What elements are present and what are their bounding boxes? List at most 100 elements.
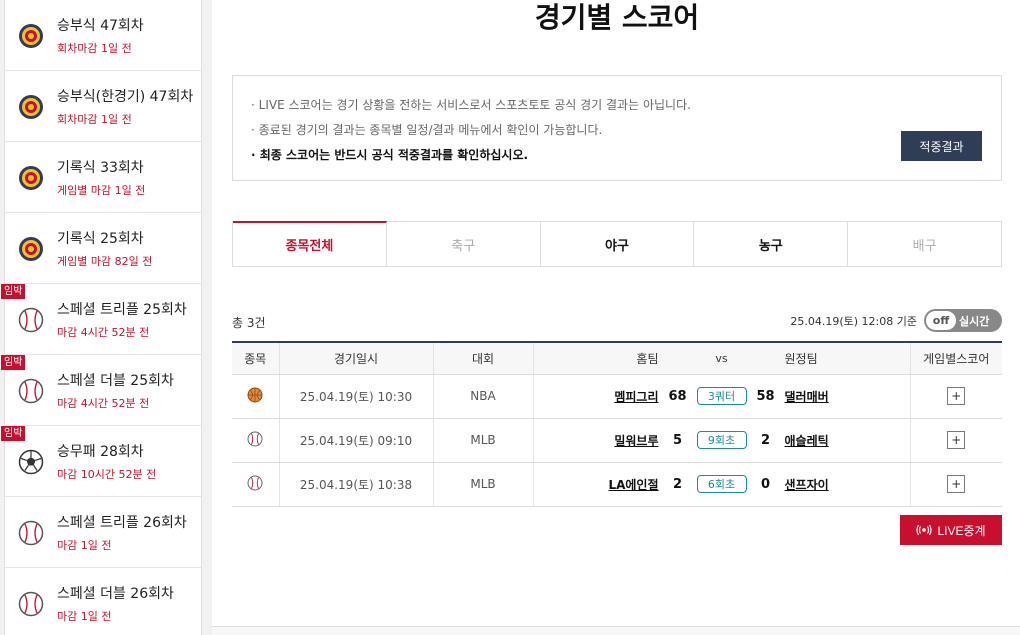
sidebar-item[interactable]: 승부식 47회차 회차마감 1일 전 xyxy=(5,0,201,71)
notice-line: · 종료된 경기의 결과는 종목별 일정/결과 메뉴에서 확인이 가능합니다. xyxy=(251,123,603,137)
sidebar-item[interactable]: 임박 스페셜 트리플 25회차 마감 4시간 52분 전 xyxy=(1,284,201,355)
live-broadcast-icon xyxy=(916,524,933,536)
baseball-icon xyxy=(247,475,263,490)
game-status-badge: 9회초 xyxy=(696,431,747,449)
match-cell: LA에인절 2 6회초 0 샌프자이 xyxy=(532,462,910,507)
away-team-link[interactable]: 애슬레틱 xyxy=(785,432,889,449)
datetime-cell: 25.04.19(토) 10:30 xyxy=(278,374,433,419)
away-team-link[interactable]: 댈러매버 xyxy=(785,388,889,405)
home-score: 2 xyxy=(672,476,683,492)
baseball-icon xyxy=(18,307,44,333)
baseball-icon xyxy=(18,378,44,404)
expand-score-button[interactable]: + xyxy=(947,431,966,449)
league-cell: MLB xyxy=(432,462,533,507)
sidebar-item-title: 기록식 33회차 xyxy=(57,160,144,176)
col-league: 대회 xyxy=(432,341,533,375)
target-icon xyxy=(19,95,43,119)
sidebar-item[interactable]: 승부식(한경기) 47회차 회차마감 1일 전 xyxy=(5,71,201,142)
live-broadcast-label: LIVE중계 xyxy=(937,523,986,538)
page-root: 승부식 47회차 회차마감 1일 전 승부식(한경기) 47회차 회차마감 1일… xyxy=(0,0,1020,635)
datetime-cell: 25.04.19(토) 09:10 xyxy=(278,418,433,463)
sidebar-item-deadline: 마감 10시간 52분 전 xyxy=(57,468,157,481)
col-vs: vs xyxy=(715,351,728,365)
sidebar-item-deadline: 마감 4시간 52분 전 xyxy=(57,326,150,339)
imminent-badge: 임박 xyxy=(1,284,26,299)
hit-result-button[interactable]: 적중결과 xyxy=(901,131,982,161)
sidebar-item-deadline: 게임별 마감 1일 전 xyxy=(57,184,146,197)
sidebar-item-title: 승부식(한경기) 47회차 xyxy=(57,89,194,105)
league-cell: NBA xyxy=(432,374,533,419)
footer-divider xyxy=(212,626,1020,635)
col-detail: 게임별스코어 xyxy=(909,341,1002,375)
col-match: 홈팀 vs 원정팀 xyxy=(532,341,910,375)
sidebar-item-deadline: 마감 4시간 52분 전 xyxy=(57,397,150,410)
home-score: 68 xyxy=(668,388,687,404)
target-icon xyxy=(19,166,43,190)
sport-cell xyxy=(232,418,279,463)
sidebar-item[interactable]: 기록식 33회차 게임별 마감 1일 전 xyxy=(5,142,201,213)
sidebar-item[interactable]: 기록식 25회차 게임별 마감 82일 전 xyxy=(5,213,201,284)
expand-score-button[interactable]: + xyxy=(947,475,966,493)
sidebar-item-title: 스페셜 더블 26회차 xyxy=(57,586,174,602)
sidebar-item-deadline: 마감 1일 전 xyxy=(57,539,112,552)
datetime-cell: 25.04.19(토) 10:38 xyxy=(278,462,433,507)
home-team-link[interactable]: LA에인절 xyxy=(555,476,658,493)
col-sport: 종목 xyxy=(232,341,279,375)
imminent-badge: 임박 xyxy=(1,355,26,370)
sidebar-item[interactable]: 임박 스페셜 더블 25회차 마감 4시간 52분 전 xyxy=(1,355,201,426)
tab-all-sports[interactable]: 종목전체 xyxy=(233,221,387,266)
sidebar-item-title: 승부식 47회차 xyxy=(57,18,144,34)
tab-volleyball[interactable]: 배구 xyxy=(848,222,1001,266)
home-score: 5 xyxy=(672,432,683,448)
page-title: 경기별 스코어 xyxy=(534,1,700,34)
sidebar: 승부식 47회차 회차마감 1일 전 승부식(한경기) 47회차 회차마감 1일… xyxy=(0,0,212,635)
away-score: 58 xyxy=(756,388,775,404)
home-team-link[interactable]: 밀워브루 xyxy=(555,432,658,449)
col-datetime: 경기일시 xyxy=(278,341,433,375)
toggle-off-label: off xyxy=(926,311,956,330)
table-row: 25.04.19(토) 09:10 MLB 밀워브루 5 9회초 2 애슬레틱 … xyxy=(232,418,1002,463)
notice-line: · LIVE 스코어는 경기 상황을 전하는 서비스로서 스포츠토토 공식 경기… xyxy=(251,98,691,112)
tab-soccer[interactable]: 축구 xyxy=(386,222,541,266)
game-status-badge: 3쿼터 xyxy=(696,387,747,405)
notice-line: · 최종 스코어는 반드시 공식 적중결과를 확인하십시오. xyxy=(251,148,529,162)
sidebar-item-title: 스페셜 더블 25회차 xyxy=(57,373,174,389)
baseball-icon xyxy=(18,520,44,546)
sidebar-item-title: 기록식 25회차 xyxy=(57,231,144,247)
tab-baseball[interactable]: 야구 xyxy=(540,222,695,266)
match-cell: 멤피그리 68 3쿼터 58 댈러매버 xyxy=(532,374,910,419)
tab-basketball[interactable]: 농구 xyxy=(694,222,849,266)
sidebar-item[interactable]: 스페셜 트리플 26회차 마감 1일 전 xyxy=(5,497,201,568)
sidebar-list: 승부식 47회차 회차마감 1일 전 승부식(한경기) 47회차 회차마감 1일… xyxy=(1,0,202,635)
home-team-link[interactable]: 멤피그리 xyxy=(555,388,658,405)
update-time: 25.04.19(토) 12:08 기준 xyxy=(790,315,917,328)
col-home: 홈팀 xyxy=(636,351,659,366)
toggle-label: 실시간 xyxy=(959,315,990,328)
live-broadcast-button[interactable]: LIVE중계 xyxy=(900,515,1002,545)
expand-score-button[interactable]: + xyxy=(947,387,966,405)
league-cell: MLB xyxy=(432,418,533,463)
away-score: 2 xyxy=(760,432,771,448)
sidebar-item[interactable]: 임박 승무패 28회차 마감 10시간 52분 전 xyxy=(1,426,201,497)
soccer-ball-icon xyxy=(18,449,44,475)
result-count: 총 3건 xyxy=(232,316,266,330)
away-team-link[interactable]: 샌프자이 xyxy=(785,476,889,493)
notice-box: · LIVE 스코어는 경기 상황을 전하는 서비스로서 스포츠토토 공식 경기… xyxy=(232,75,1002,181)
basketball-icon xyxy=(247,387,263,402)
game-status-badge: 6회초 xyxy=(696,475,747,493)
sidebar-item-deadline: 회차마감 1일 전 xyxy=(57,113,132,126)
sidebar-item[interactable]: 스페셜 더블 26회차 마감 1일 전 xyxy=(5,568,201,635)
sport-tabs: 종목전체 축구 야구 농구 배구 xyxy=(232,221,1002,267)
realtime-toggle[interactable]: off 실시간 xyxy=(924,309,1002,332)
baseball-icon xyxy=(18,591,44,617)
sidebar-item-deadline: 게임별 마감 82일 전 xyxy=(57,255,153,268)
baseball-icon xyxy=(247,431,263,446)
table-row: 25.04.19(토) 10:38 MLB LA에인절 2 6회초 0 샌프자이… xyxy=(232,462,1002,507)
sidebar-item-title: 스페셜 트리플 26회차 xyxy=(57,515,187,531)
away-score: 0 xyxy=(760,476,771,492)
sidebar-item-title: 스페셜 트리플 25회차 xyxy=(57,302,187,318)
imminent-badge: 임박 xyxy=(1,426,26,441)
target-icon xyxy=(19,237,43,261)
sidebar-item-title: 승무패 28회차 xyxy=(57,444,144,460)
detail-cell: + xyxy=(909,374,1002,419)
